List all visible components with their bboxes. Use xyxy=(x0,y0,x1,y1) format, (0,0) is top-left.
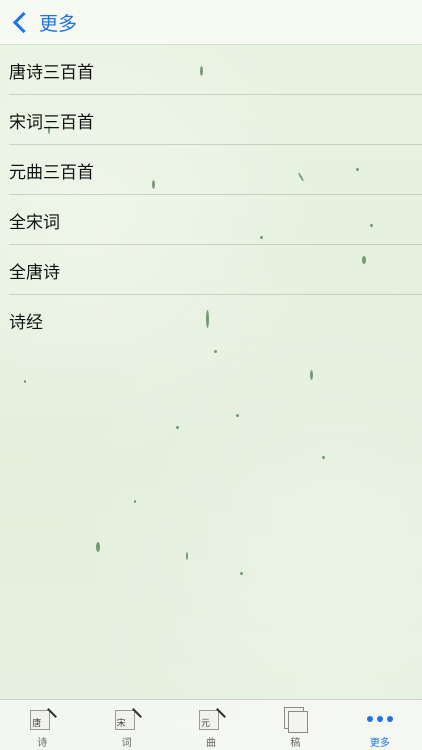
paper-speck xyxy=(214,350,217,353)
list-item-quan-tang-shi[interactable]: 全唐诗 xyxy=(0,245,422,295)
chevron-left-icon xyxy=(12,11,35,33)
paper-speck xyxy=(96,542,100,552)
tab-more[interactable]: 更多 xyxy=(338,700,422,750)
screen: 更多 唐诗三百首 宋词三百首 元曲三百首 全宋词 全唐诗 诗经 唐 诗 宋 词 … xyxy=(0,0,422,750)
paper-speck xyxy=(176,426,179,429)
tab-shi[interactable]: 唐 诗 xyxy=(0,700,84,750)
list-item-yuan-300[interactable]: 元曲三百首 xyxy=(0,145,422,195)
paper-speck xyxy=(24,380,26,383)
paper-speck xyxy=(310,370,313,380)
paper-speck xyxy=(322,456,325,459)
paper-speck xyxy=(240,572,243,575)
notepad-icon: 宋 xyxy=(114,710,135,730)
tab-gao[interactable]: 稿 xyxy=(253,700,337,750)
tab-label: 稿 xyxy=(290,738,301,749)
tab-qu[interactable]: 元 曲 xyxy=(169,700,253,750)
back-button-label: 更多 xyxy=(39,12,78,35)
notepad-icon: 唐 xyxy=(30,710,51,730)
tab-bar: 唐 诗 宋 词 元 曲 稿 更多 xyxy=(0,699,422,750)
tab-label: 词 xyxy=(121,738,132,749)
paper-speck xyxy=(236,414,239,417)
paper-speck xyxy=(134,500,136,503)
paper-speck xyxy=(186,552,188,560)
tab-label: 曲 xyxy=(206,738,217,749)
list-item-shijing[interactable]: 诗经 xyxy=(0,295,422,345)
list-item-tang-300[interactable]: 唐诗三百首 xyxy=(0,45,422,95)
more-dots-icon xyxy=(366,706,394,732)
tab-ci[interactable]: 宋 词 xyxy=(84,700,168,750)
back-button[interactable]: 更多 xyxy=(0,0,77,44)
drafts-icon xyxy=(281,706,309,733)
list-item-song-300[interactable]: 宋词三百首 xyxy=(0,95,422,145)
collection-list: 唐诗三百首 宋词三百首 元曲三百首 全宋词 全唐诗 诗经 xyxy=(0,45,422,345)
list-item-quan-song-ci[interactable]: 全宋词 xyxy=(0,195,422,245)
tab-label: 诗 xyxy=(37,738,48,749)
navigation-bar: 更多 xyxy=(0,0,422,45)
tab-label: 更多 xyxy=(369,738,390,749)
notepad-icon: 元 xyxy=(199,710,220,730)
